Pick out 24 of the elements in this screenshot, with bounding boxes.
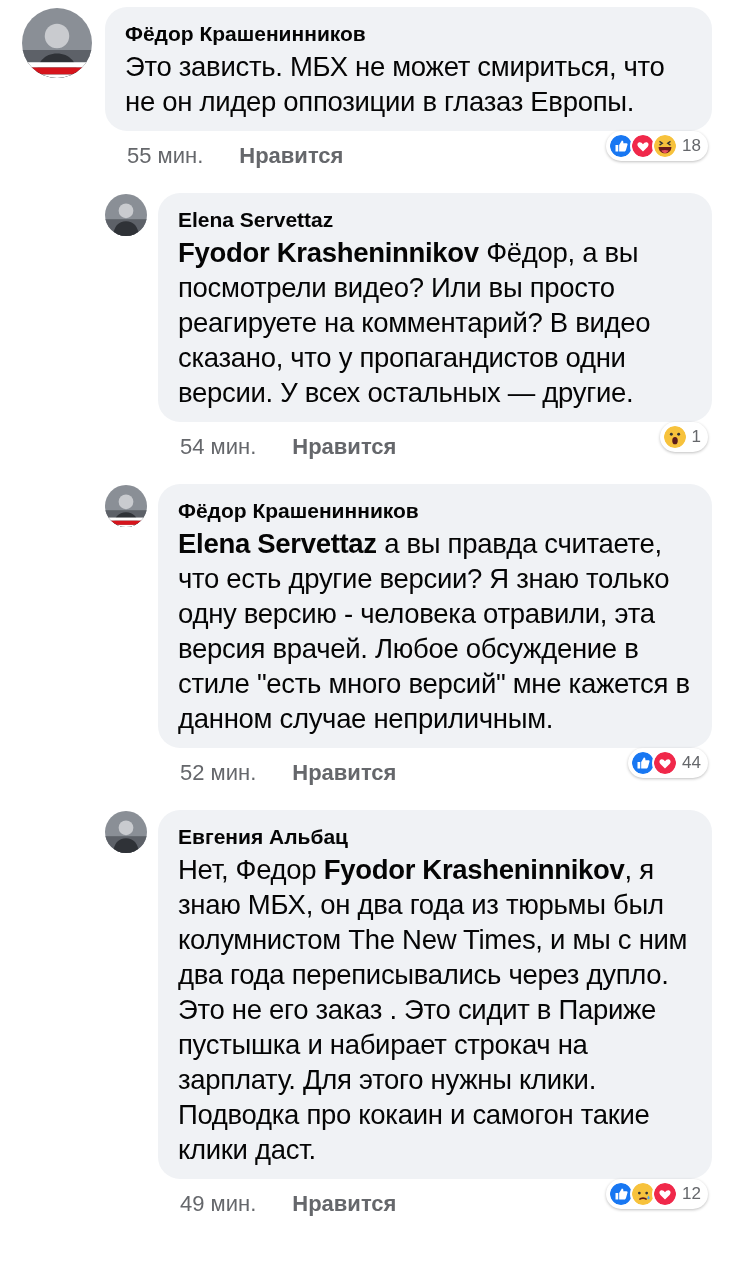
author-name[interactable]: Фёдор Крашенинников [178, 496, 692, 526]
comment-text: Elena Servettaz а вы правда считаете, что есть другие версии? Я знаю только одну версию - человека отравили, эта версия врачей. Любое обсуждение в стиле "есть много версий" мне кажется в данном случае неприличным. [178, 527, 691, 736]
like-link[interactable]: Нравится [292, 1189, 397, 1219]
comment-time[interactable]: 54 мин. [180, 432, 257, 462]
comment-time[interactable]: 52 мин. [180, 758, 257, 788]
author-name[interactable]: Фёдор Крашенинников [125, 19, 692, 49]
comment-text: Это зависть. МБХ не может смириться, что не он лидер оппозиции в глазаз Европы. [125, 50, 666, 119]
laughing-face-icon [652, 133, 679, 159]
heart-icon [652, 1181, 679, 1207]
comment-text: Fyodor Krasheninnikov Фёдор, а вы посмотрели видео? Или вы просто реагируете на комментарий? В видео сказано, что у пропагандистов одни версии. У всех остальных — другие. [178, 236, 652, 410]
reactions-pill[interactable]: 44 [628, 748, 708, 778]
comment-time[interactable]: 55 мин. [127, 141, 204, 171]
reactions-pill[interactable]: 1 [659, 422, 708, 452]
like-link[interactable]: Нравится [239, 141, 344, 171]
reactions-pill[interactable]: 12 [606, 1179, 708, 1209]
like-link[interactable]: Нравится [292, 432, 397, 462]
author-name[interactable]: Евгения Альбац [178, 822, 692, 852]
comment-text: Нет, Федор Fyodor Krasheninnikov, я знаю МБХ, он два года из тюрьмы был колумнистом The New Times, и мы с ним два года переписывались через дупло. Это не его заказ . Это сидит в Париже пустышка и набирает строкач на зарплату. Для этого нужны клики. Подводка про кокаин и самогон такие клики даст. [178, 853, 689, 1167]
reactions-pill[interactable]: 18 [606, 131, 708, 161]
heart-icon [652, 750, 679, 776]
comment-time[interactable]: 49 мин. [180, 1189, 257, 1219]
like-link[interactable]: Нравится [292, 758, 397, 788]
surprised-face-icon [661, 424, 688, 450]
author-name[interactable]: Elena Servettaz [178, 205, 692, 235]
